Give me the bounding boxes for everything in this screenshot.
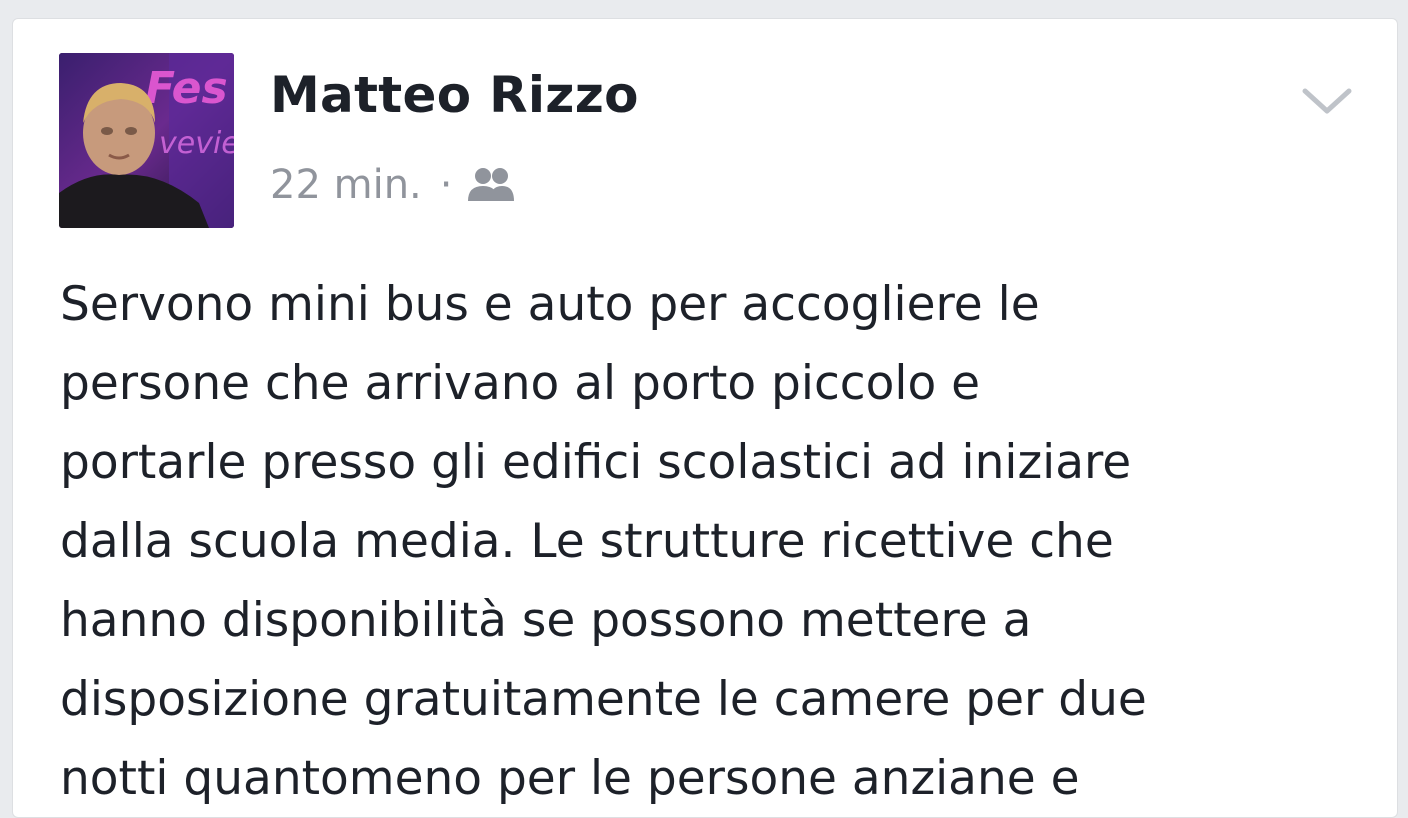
author-name[interactable]: Matteo Rizzo: [270, 65, 639, 125]
avatar[interactable]: Fes vevie: [59, 53, 234, 228]
post-card: Fes vevie Matteo Rizzo 22 min. · Servono…: [12, 18, 1398, 818]
post-text: Servono mini bus e auto per accogliere l…: [60, 277, 1147, 806]
chevron-down-icon[interactable]: [1297, 79, 1357, 123]
meta-separator: ·: [439, 162, 453, 208]
post-meta: 22 min. ·: [270, 159, 516, 211]
friends-icon[interactable]: [466, 165, 516, 205]
timestamp[interactable]: 22 min.: [270, 162, 422, 208]
avatar-image: Fes vevie: [59, 53, 234, 228]
avatar-overlay-text: Fes: [145, 63, 228, 114]
svg-text:vevie: vevie: [159, 126, 234, 161]
